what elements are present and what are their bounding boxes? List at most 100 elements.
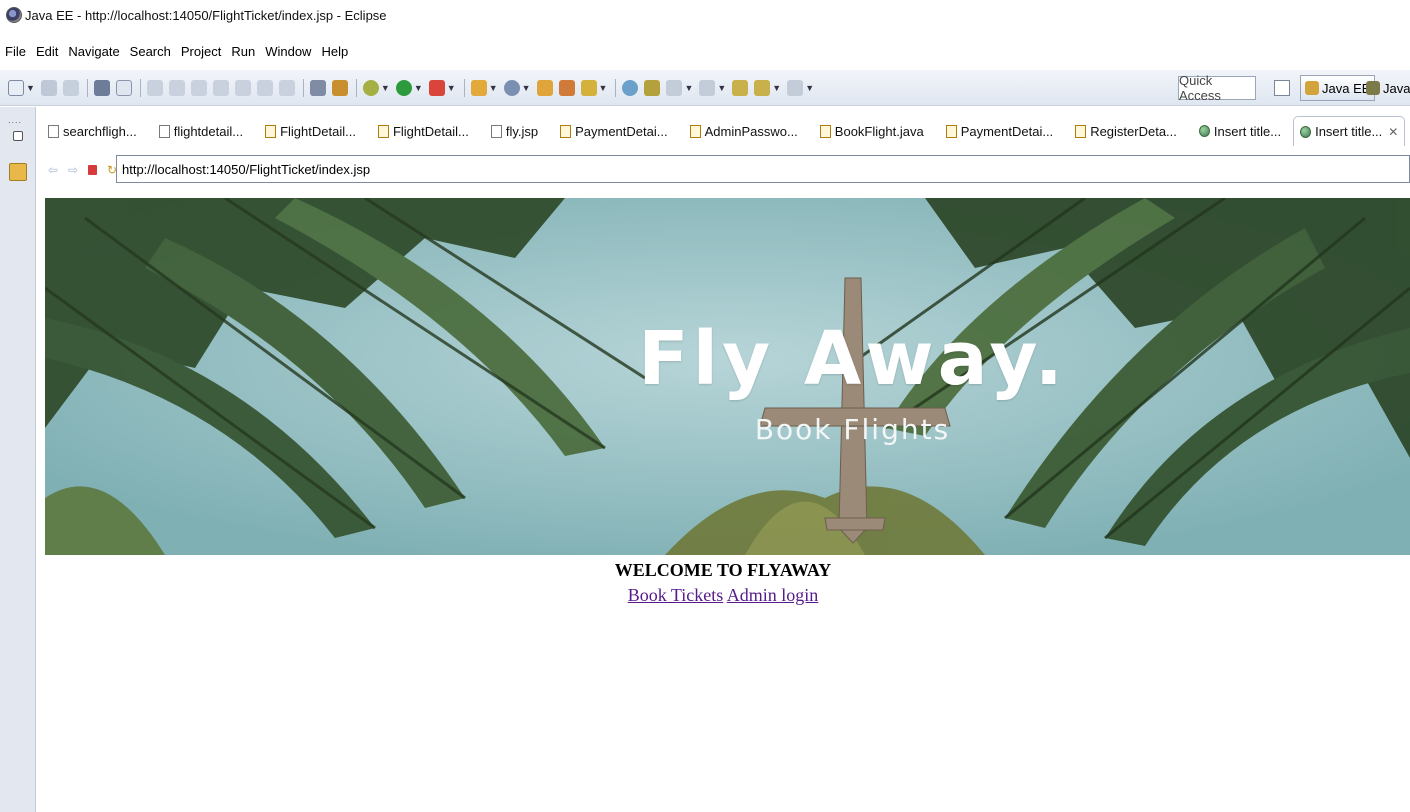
- toolbar-separator: [86, 78, 88, 97]
- run-icon[interactable]: [395, 79, 412, 96]
- debug-server-icon[interactable]: [331, 79, 348, 96]
- eclipse-icon: [6, 7, 22, 23]
- dropdown-arrow-icon[interactable]: ▼: [522, 83, 531, 93]
- servers-icon[interactable]: [309, 79, 326, 96]
- editor-tab-active[interactable]: Insert title... ✕: [1293, 116, 1406, 146]
- new-icon[interactable]: [8, 79, 24, 96]
- step-into-icon[interactable]: [234, 79, 251, 96]
- restore-icon[interactable]: [13, 131, 23, 141]
- perspective-label: Java EE: [1322, 80, 1371, 96]
- web-browser-icon[interactable]: [622, 79, 639, 96]
- dropdown-arrow-icon[interactable]: ▼: [26, 83, 35, 93]
- debug-icon[interactable]: [362, 79, 379, 96]
- dropdown-arrow-icon[interactable]: ▼: [599, 83, 608, 93]
- menu-edit[interactable]: Edit: [35, 44, 59, 59]
- dropdown-arrow-icon[interactable]: ▼: [489, 83, 498, 93]
- skip-breakpoints-icon[interactable]: [115, 79, 132, 96]
- dropdown-arrow-icon[interactable]: ▼: [381, 83, 390, 93]
- annotation-icon[interactable]: [644, 79, 661, 96]
- save-icon[interactable]: [40, 79, 57, 96]
- browser-content: Fly Away. Book Flights WELCOME TO FLYAWA…: [36, 188, 1410, 812]
- editor-tab[interactable]: PaymentDetai...: [940, 116, 1060, 146]
- resume-icon[interactable]: [146, 79, 163, 96]
- editor-tab[interactable]: AdminPasswo...: [684, 116, 804, 146]
- dropdown-arrow-icon[interactable]: ▼: [805, 83, 814, 93]
- menu-file[interactable]: File: [4, 44, 27, 59]
- admin-login-link[interactable]: Admin login: [727, 585, 819, 605]
- step-return-icon[interactable]: [278, 79, 295, 96]
- forward-icon[interactable]: [787, 79, 804, 96]
- menu-navigate[interactable]: Navigate: [67, 44, 120, 59]
- dropdown-arrow-icon[interactable]: ▼: [414, 83, 423, 93]
- title-bar: Java EE - http://localhost:14050/FlightT…: [0, 0, 1410, 30]
- editor-tab[interactable]: FlightDetail...: [259, 116, 362, 146]
- menu-run[interactable]: Run: [230, 44, 256, 59]
- save-all-icon[interactable]: [62, 79, 79, 96]
- tab-label: AdminPasswo...: [704, 123, 798, 139]
- back-icon[interactable]: [754, 79, 771, 96]
- terminal-icon[interactable]: [93, 79, 110, 96]
- menu-bar: File Edit Navigate Search Project Run Wi…: [0, 40, 357, 62]
- file-icon: [158, 124, 170, 138]
- toolbar-separator: [463, 78, 465, 97]
- menu-help[interactable]: Help: [320, 44, 349, 59]
- file-icon: [490, 124, 502, 138]
- dropdown-arrow-icon[interactable]: ▼: [717, 83, 726, 93]
- tab-label: Insert title...: [1213, 123, 1282, 139]
- globe-icon: [1300, 125, 1312, 138]
- dropdown-arrow-icon[interactable]: ▼: [684, 83, 693, 93]
- book-tickets-link[interactable]: Book Tickets: [628, 585, 724, 605]
- java-icon: [560, 124, 572, 138]
- suspend-icon[interactable]: [168, 79, 185, 96]
- left-trim-stack: ....: [0, 107, 36, 812]
- quick-access-field[interactable]: Quick Access: [1178, 73, 1256, 103]
- tab-label: PaymentDetai...: [960, 123, 1054, 139]
- external-tools-icon[interactable]: [428, 79, 445, 96]
- back-arrow-icon[interactable]: ⇦: [46, 163, 60, 177]
- perspective-java-ee[interactable]: Java EE: [1300, 75, 1376, 101]
- menu-window[interactable]: Window: [264, 44, 312, 59]
- dropdown-arrow-icon[interactable]: ▼: [447, 83, 456, 93]
- url-input[interactable]: http://localhost:14050/FlightTicket/inde…: [116, 155, 1410, 183]
- terminate-icon[interactable]: [190, 79, 207, 96]
- toolbar-separator: [355, 78, 357, 97]
- next-annotation-icon[interactable]: [666, 79, 683, 96]
- browser-nav-bar: ⇦ ⇨ ↻ http://localhost:14050/FlightTicke…: [36, 155, 1410, 185]
- java-ee-perspective-icon: [1305, 81, 1319, 95]
- new-server-icon[interactable]: [470, 79, 487, 96]
- previous-annotation-icon[interactable]: [699, 79, 716, 96]
- editor-tab[interactable]: flightdetail...: [153, 116, 249, 146]
- globe-icon: [1198, 125, 1210, 137]
- search-icon[interactable]: [580, 79, 597, 96]
- java-icon: [945, 124, 957, 138]
- editor-tab[interactable]: RegisterDeta...: [1069, 116, 1183, 146]
- toolbar-separator: [139, 78, 141, 97]
- editor-tab-strip: searchfligh... flightdetail... FlightDet…: [36, 112, 1410, 150]
- editor-tab[interactable]: FlightDetail...: [372, 116, 475, 146]
- project-explorer-icon[interactable]: [9, 163, 27, 181]
- menu-project[interactable]: Project: [180, 44, 222, 59]
- open-perspective-icon[interactable]: [1274, 80, 1290, 96]
- stop-icon[interactable]: [88, 165, 97, 175]
- last-edit-icon[interactable]: [732, 79, 749, 96]
- dropdown-arrow-icon[interactable]: ▼: [772, 83, 781, 93]
- java-perspective-icon: [1366, 81, 1380, 95]
- perspective-label: Java: [1383, 80, 1410, 96]
- editor-tab[interactable]: searchfligh...: [42, 116, 143, 146]
- tab-label: FlightDetail...: [392, 123, 469, 139]
- disconnect-icon[interactable]: [212, 79, 229, 96]
- forward-arrow-icon[interactable]: ⇨: [66, 163, 80, 177]
- new-java-class-icon[interactable]: [503, 79, 520, 96]
- file-icon: [48, 124, 59, 138]
- editor-tab[interactable]: PaymentDetai...: [554, 116, 674, 146]
- open-type-icon[interactable]: [536, 79, 553, 96]
- editor-tab[interactable]: BookFlight.java: [814, 116, 930, 146]
- menu-search[interactable]: Search: [129, 44, 172, 59]
- trim-handle-icon[interactable]: ....: [8, 115, 22, 125]
- step-over-icon[interactable]: [256, 79, 273, 96]
- editor-tab[interactable]: fly.jsp: [485, 116, 544, 146]
- close-icon[interactable]: ✕: [1388, 125, 1398, 139]
- open-task-icon[interactable]: [558, 79, 575, 96]
- perspective-java[interactable]: Java: [1366, 75, 1410, 101]
- editor-tab[interactable]: Insert title...: [1193, 116, 1287, 146]
